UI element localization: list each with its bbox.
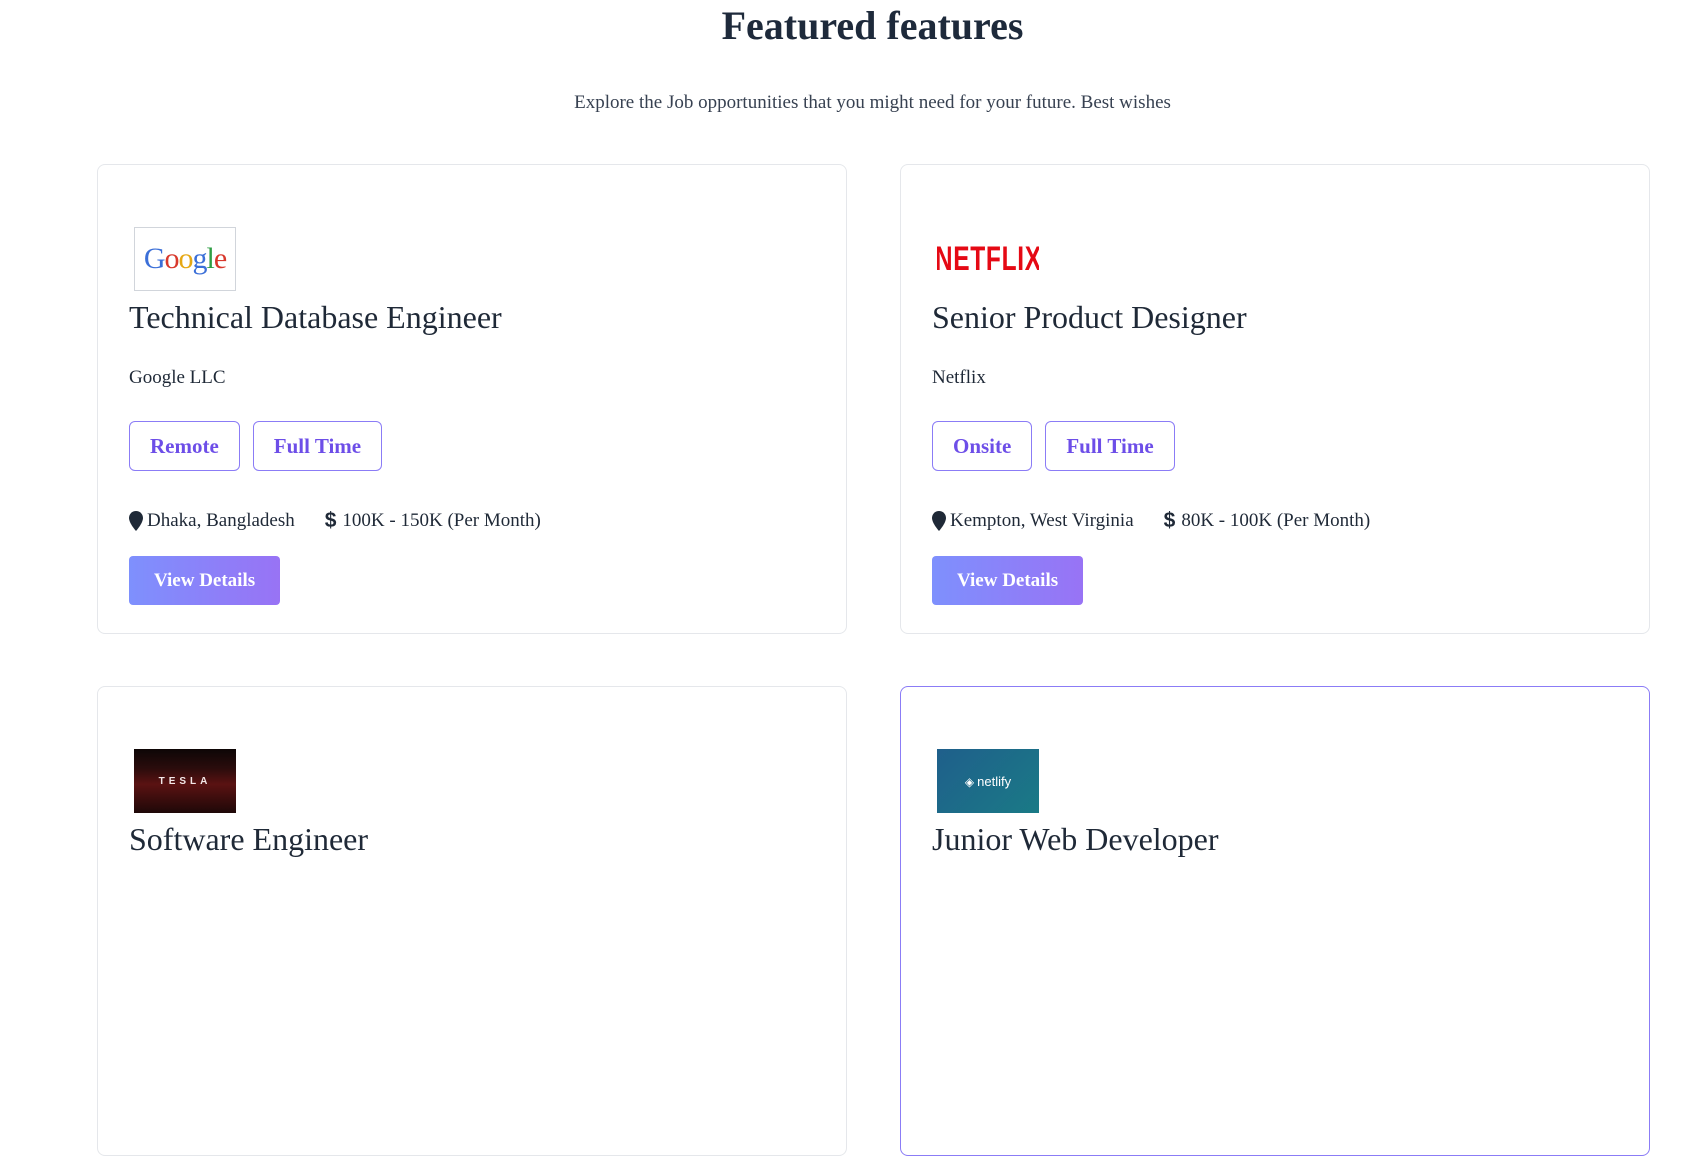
job-title: Senior Product Designer: [932, 299, 1247, 335]
dollar-icon: $: [324, 509, 337, 532]
job-tags: Onsite Full Time: [932, 421, 1175, 471]
job-tags: Remote Full Time: [129, 421, 383, 471]
section-title: Featured features: [721, 3, 1024, 48]
tesla-logo: TESLA: [134, 749, 236, 813]
job-location: Dhaka, Bangladesh: [129, 510, 295, 532]
map-pin-icon: [932, 511, 946, 531]
tag-full-time: Full Time: [252, 421, 383, 471]
tag-onsite: Onsite: [932, 421, 1033, 471]
job-card-google[interactable]: Google Technical Database Engineer Googl…: [97, 164, 847, 634]
netflix-logo: NETFLIX: [937, 239, 1039, 278]
job-card-netflix[interactable]: NETFLIX Senior Product Designer Netflix …: [900, 164, 1650, 634]
job-title: Technical Database Engineer: [129, 299, 502, 335]
job-location: Kempton, West Virginia: [932, 510, 1134, 532]
section-subtitle: Explore the Job opportunities that you m…: [574, 92, 1171, 113]
view-details-button[interactable]: View Details: [129, 556, 281, 605]
salary-text: 100K - 150K (Per Month): [342, 510, 541, 531]
netlify-diamond-icon: ◈: [964, 774, 975, 789]
job-meta: Kempton, West Virginia $ 80K - 100K (Per…: [932, 509, 1370, 533]
job-title: Junior Web Developer: [932, 821, 1219, 857]
location-text: Kempton, West Virginia: [950, 510, 1134, 531]
tag-remote: Remote: [129, 421, 240, 471]
job-title: Software Engineer: [129, 821, 369, 857]
location-text: Dhaka, Bangladesh: [147, 510, 295, 531]
job-salary: $ 80K - 100K (Per Month): [1164, 509, 1371, 533]
view-details-button[interactable]: View Details: [932, 556, 1084, 605]
netlify-logo: ◈ netlify: [937, 749, 1039, 813]
job-card-netlify[interactable]: ◈ netlify Junior Web Developer: [900, 686, 1650, 1156]
job-salary: $ 100K - 150K (Per Month): [325, 509, 541, 533]
map-pin-icon: [129, 511, 143, 531]
google-logo: Google: [134, 227, 236, 291]
job-meta: Dhaka, Bangladesh $ 100K - 150K (Per Mon…: [129, 509, 541, 533]
salary-text: 80K - 100K (Per Month): [1181, 510, 1371, 531]
tag-full-time: Full Time: [1045, 421, 1175, 471]
dollar-icon: $: [1163, 509, 1176, 532]
job-card-tesla[interactable]: TESLA Software Engineer: [97, 686, 847, 1156]
company-name: Netflix: [932, 367, 986, 388]
company-name: Google LLC: [129, 367, 226, 388]
